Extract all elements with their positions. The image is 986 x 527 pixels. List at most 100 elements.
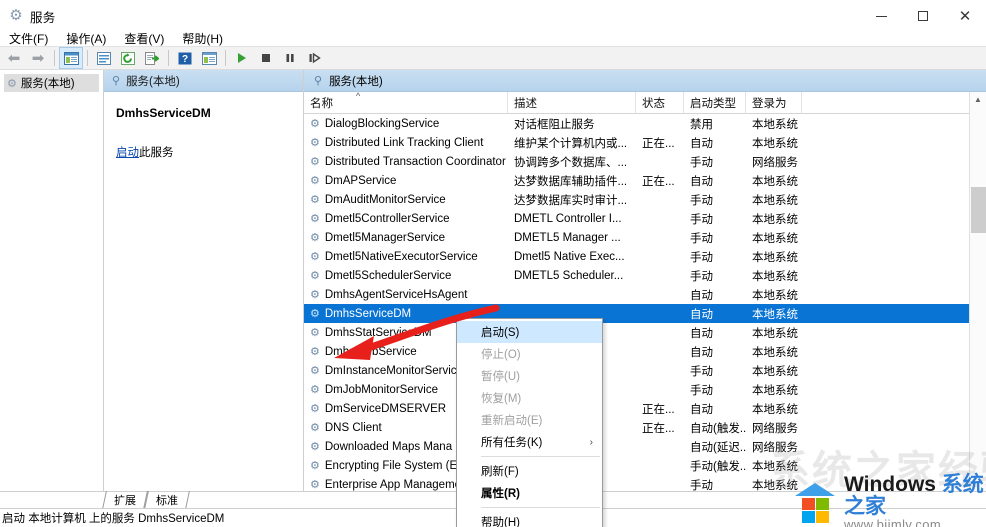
start-service-link[interactable]: 启动 — [116, 147, 139, 159]
table-row[interactable]: ⚙ DmAPService 达梦数据库辅助插件... 正在... 自动 本地系统 — [304, 171, 969, 190]
table-row[interactable]: ⚙Downloaded Maps Mana问已下...自动(延迟...网络服务 — [304, 437, 969, 456]
show-tree-icon[interactable] — [59, 47, 83, 69]
cell-status: 正在... — [642, 422, 675, 435]
table-row[interactable]: ⚙DmServiceDMSERVER例服务正在...自动本地系统 — [304, 399, 969, 418]
cell-log-on-as: 网络服务 — [752, 156, 798, 169]
show-hide-console-icon[interactable] — [197, 47, 221, 69]
service-gear-icon: ⚙ — [310, 441, 320, 453]
menu-start[interactable]: 启动(S) — [457, 321, 602, 343]
scroll-up-icon[interactable]: ▲ — [974, 92, 982, 107]
cell-service-name: ⚙ DmAuditMonitorService — [304, 193, 508, 207]
table-row[interactable]: ⚙ DialogBlockingService 对话框阻止服务 禁用 本地系统 — [304, 114, 969, 133]
scrollbar-thumb[interactable] — [970, 187, 986, 233]
table-row[interactable]: ⚙Enterprise App Manageme业管手动本地系统 — [304, 475, 969, 492]
cell-startup-type: 自动 — [690, 403, 713, 416]
column-startup-type[interactable]: 启动类型 — [684, 92, 746, 113]
view-tabs: 扩展 标准 — [102, 491, 190, 509]
chevron-right-icon: › — [589, 436, 593, 448]
cell-log-on-as: 本地系统 — [752, 289, 798, 302]
cell-startup-type: 手动(触发... — [690, 460, 746, 473]
table-row[interactable]: ⚙DmInstanceMonitorServic例监控...手动本地系统 — [304, 361, 969, 380]
magnifier-icon: ⚲ — [314, 75, 323, 87]
menu-properties[interactable]: 属性(R) — [457, 482, 602, 504]
cell-description: 对话框阻止服务 — [514, 118, 595, 131]
cell-description: DMETL Controller I... — [514, 212, 622, 225]
properties-icon[interactable] — [92, 47, 116, 69]
table-row[interactable]: ⚙ Dmetl5SchedulerService DMETL5 Scheduler.… — [304, 266, 969, 285]
tab-standard[interactable]: 标准 — [144, 491, 190, 509]
cell-startup-type: 手动 — [690, 156, 713, 169]
svg-text:?: ? — [182, 54, 188, 65]
tree-node-services-local[interactable]: ⚙ 服务(本地) — [4, 74, 99, 92]
cell-log-on-as: 本地系统 — [752, 194, 798, 207]
service-context-menu: 启动(S) 停止(O) 暂停(U) 恢复(M) 重新启动(E) 所有任务(K) › 刷新(F)… — [456, 318, 603, 527]
column-status[interactable]: 状态 — [636, 92, 684, 113]
cell-status: 正在... — [642, 175, 675, 188]
column-log-on-as[interactable]: 登录为 — [746, 92, 802, 113]
cell-startup-type: 自动 — [690, 175, 713, 188]
forward-icon[interactable]: ➡ — [26, 47, 50, 69]
table-row[interactable]: ⚙ Dmetl5ManagerService DMETL5 Manager ... 手… — [304, 228, 969, 247]
service-name-label: Downloaded Maps Mana — [324, 440, 453, 453]
cell-startup-type: 自动 — [690, 346, 713, 359]
cell-description: DMETL5 Manager ... — [514, 231, 621, 244]
stop-service-icon[interactable] — [254, 47, 278, 69]
service-name-label: Encrypting File System (E — [324, 459, 458, 472]
table-row[interactable]: ⚙ Dmetl5NativeExecutorService Dmetl5 Nativ… — [304, 247, 969, 266]
cell-status: 正在... — [642, 137, 675, 150]
table-row[interactable]: ⚙ Dmetl5ControllerService DMETL Controller… — [304, 209, 969, 228]
table-row[interactable]: ⚙ DmhsAgentServiceHsAgent 自动 本地系统 — [304, 285, 969, 304]
service-name-label: DmAuditMonitorService — [324, 193, 446, 206]
service-name-label: DmhsWebService — [324, 345, 417, 358]
service-name-label: DmhsAgentServiceHsAgent — [324, 288, 468, 301]
table-row[interactable]: ⚙ DmAuditMonitorService 达梦数据库实时审计... 手动 本地系统 — [304, 190, 969, 209]
back-icon[interactable]: ⬅ — [2, 47, 26, 69]
pause-service-icon[interactable] — [278, 47, 302, 69]
cell-service-name: ⚙ Dmetl5ManagerService — [304, 231, 508, 245]
menu-refresh[interactable]: 刷新(F) — [457, 460, 602, 482]
menu-refresh-label: 刷新(F) — [481, 466, 519, 478]
cell-startup-type: 手动 — [690, 365, 713, 378]
toolbar: ⬅ ➡ ? — [0, 46, 986, 70]
column-name[interactable]: 名称 ^ — [304, 92, 508, 113]
help-icon[interactable]: ? — [173, 47, 197, 69]
table-row[interactable]: ⚙ DmhsServiceDM 自动 本地系统 — [304, 304, 969, 323]
start-service-icon[interactable] — [230, 47, 254, 69]
service-name-label: DialogBlockingService — [324, 117, 440, 130]
cell-log-on-as: 本地系统 — [752, 479, 798, 492]
export-list-icon[interactable] — [140, 47, 164, 69]
menu-stop-label: 停止(O) — [481, 349, 521, 361]
cell-startup-type: 自动 — [690, 327, 713, 340]
table-row[interactable]: ⚙DmJobMonitorService业服务手动本地系统 — [304, 380, 969, 399]
service-name-label: Enterprise App Manageme — [324, 478, 462, 491]
service-name-label: DmServiceDMSERVER — [324, 402, 447, 415]
detail-service-name: DmhsServiceDM — [116, 106, 211, 120]
service-gear-icon: ⚙ — [310, 251, 320, 263]
menu-help-item[interactable]: 帮助(H) — [457, 511, 602, 527]
refresh-icon[interactable] — [116, 47, 140, 69]
service-name-label: Dmetl5ControllerService — [324, 212, 450, 225]
table-row[interactable]: ⚙DmhsWebServiceerver自动本地系统 — [304, 342, 969, 361]
vertical-scrollbar[interactable]: ▲ — [969, 92, 986, 491]
column-name-label: 名称 — [310, 97, 333, 110]
cell-log-on-as: 本地系统 — [752, 251, 798, 264]
column-description[interactable]: 描述 — [508, 92, 636, 113]
table-row[interactable]: ⚙Encrypting File System (ETFS 文...手动(触发.… — [304, 456, 969, 475]
menu-stop: 停止(O) — [457, 343, 602, 365]
table-row[interactable]: ⚙ Distributed Transaction Coordinator 协调跨多… — [304, 152, 969, 171]
tab-extended[interactable]: 扩展 — [102, 491, 148, 509]
service-gear-icon: ⚙ — [310, 308, 320, 320]
cell-startup-type: 手动 — [690, 213, 713, 226]
table-row[interactable]: ⚙ DmhsStatServiceDM 自动 本地系统 — [304, 323, 969, 342]
service-gear-icon: ⚙ — [310, 118, 320, 130]
menu-all-tasks[interactable]: 所有任务(K) › — [457, 431, 602, 453]
table-row[interactable]: ⚙ Distributed Link Tracking Client 维护某个计算机… — [304, 133, 969, 152]
cell-description: Dmetl5 Native Exec... — [514, 250, 625, 263]
table-row[interactable]: ⚙DNS Client务(dn...正在...自动(触发...网络服务 — [304, 418, 969, 437]
service-gear-icon: ⚙ — [310, 213, 320, 225]
cell-startup-type: 手动 — [690, 232, 713, 245]
restart-service-icon[interactable] — [302, 47, 326, 69]
scrollbar-track[interactable] — [970, 107, 986, 491]
service-name-label: DNS Client — [324, 421, 382, 434]
service-gear-icon: ⚙ — [310, 422, 320, 434]
